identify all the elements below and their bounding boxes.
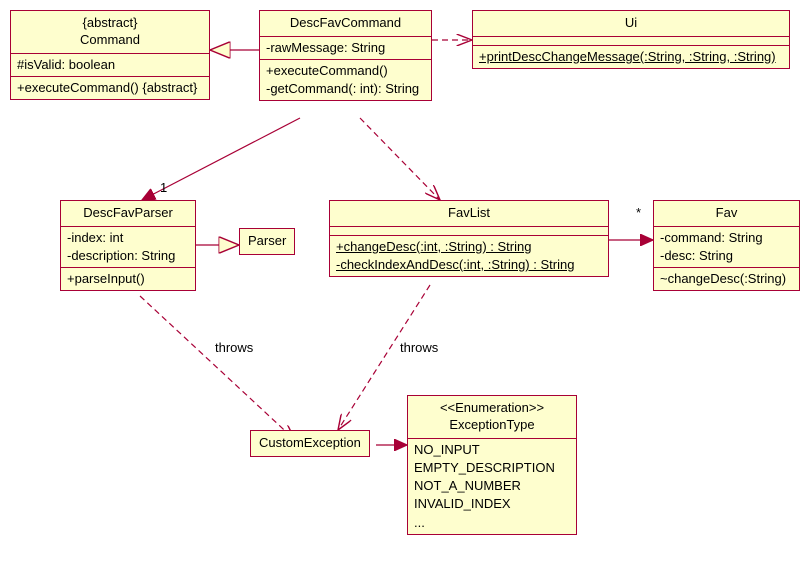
class-ui: Ui +printDescChangeMessage(:String, :Str… (472, 10, 790, 69)
op: +parseInput() (67, 270, 189, 288)
op: -getCommand(: int): String (266, 80, 425, 98)
op: +executeCommand() {abstract} (17, 79, 203, 97)
stereotype: <<Enumeration>> (440, 400, 544, 415)
op-static: +printDescChangeMessage(:String, :String… (479, 48, 783, 66)
class-descfavparser: DescFavParser -index: int -description: … (60, 200, 196, 291)
stereotype: {abstract} (83, 15, 138, 30)
class-parser: Parser (239, 228, 295, 255)
op-static: +changeDesc(:int, :String) : String (336, 238, 602, 256)
operations: +changeDesc(:int, :String) : String -che… (330, 236, 608, 276)
attributes: -rawMessage: String (260, 37, 431, 60)
throws-label-2: throws (400, 340, 438, 355)
class-descfavcommand: DescFavCommand -rawMessage: String +exec… (259, 10, 432, 101)
class-title: Fav (654, 201, 799, 227)
attributes: -command: String -desc: String (654, 227, 799, 268)
class-name: ExceptionType (449, 417, 534, 432)
op-static: -checkIndexAndDesc(:int, :String) : Stri… (336, 256, 602, 274)
class-title: <<Enumeration>> ExceptionType (408, 396, 576, 439)
class-title: {abstract} Command (11, 11, 209, 54)
operations: +parseInput() (61, 268, 195, 290)
attr: -command: String (660, 229, 793, 247)
literal: INVALID_INDEX (414, 495, 570, 513)
attributes: -index: int -description: String (61, 227, 195, 268)
class-name: CustomException (259, 435, 361, 450)
attributes (330, 227, 608, 236)
class-title: Parser (240, 229, 294, 254)
class-name: Ui (625, 15, 637, 30)
class-name: Command (80, 32, 140, 47)
attr: -description: String (67, 247, 189, 265)
class-name: DescFavCommand (290, 15, 401, 30)
class-name: Parser (248, 233, 286, 248)
class-favlist: FavList +changeDesc(:int, :String) : Str… (329, 200, 609, 277)
class-name: FavList (448, 205, 490, 220)
class-command: {abstract} Command #isValid: boolean +ex… (10, 10, 210, 100)
literals: NO_INPUT EMPTY_DESCRIPTION NOT_A_NUMBER … (408, 439, 576, 534)
operations: ~changeDesc(:String) (654, 268, 799, 290)
attr: #isValid: boolean (17, 56, 203, 74)
operations: +printDescChangeMessage(:String, :String… (473, 46, 789, 68)
class-name: DescFavParser (83, 205, 173, 220)
class-exceptiontype: <<Enumeration>> ExceptionType NO_INPUT E… (407, 395, 577, 535)
attr: -rawMessage: String (266, 39, 425, 57)
class-title: CustomException (251, 431, 369, 456)
attr: -index: int (67, 229, 189, 247)
class-title: Ui (473, 11, 789, 37)
op: ~changeDesc(:String) (660, 270, 793, 288)
class-title: DescFavCommand (260, 11, 431, 37)
throws-label-1: throws (215, 340, 253, 355)
class-customexception: CustomException (250, 430, 370, 457)
literal: ... (414, 514, 570, 532)
class-title: DescFavParser (61, 201, 195, 227)
class-title: FavList (330, 201, 608, 227)
class-name: Fav (716, 205, 738, 220)
literal: NO_INPUT (414, 441, 570, 459)
operations: +executeCommand() {abstract} (11, 77, 209, 99)
attributes (473, 37, 789, 46)
attributes: #isValid: boolean (11, 54, 209, 77)
operations: +executeCommand() -getCommand(: int): St… (260, 60, 431, 100)
multiplicity-star: * (636, 205, 641, 220)
literal: NOT_A_NUMBER (414, 477, 570, 495)
attr: -desc: String (660, 247, 793, 265)
class-fav: Fav -command: String -desc: String ~chan… (653, 200, 800, 291)
literal: EMPTY_DESCRIPTION (414, 459, 570, 477)
multiplicity-one: 1 (160, 180, 167, 195)
op: +executeCommand() (266, 62, 425, 80)
